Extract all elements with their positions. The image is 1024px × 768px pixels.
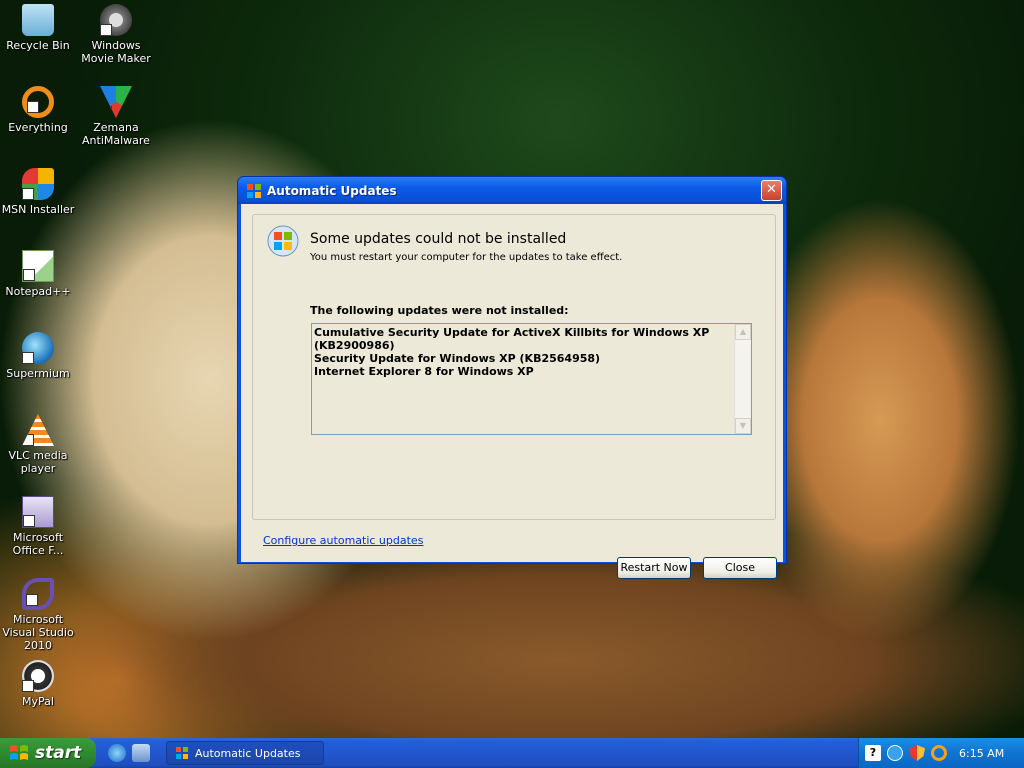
desktop-icon-vlc[interactable]: VLC media player	[0, 414, 78, 475]
restart-now-button[interactable]: Restart Now	[617, 557, 691, 579]
desktop-icon-office[interactable]: Microsoft Office F...	[0, 496, 78, 557]
vlc-icon	[22, 414, 54, 446]
windows-update-large-icon	[267, 225, 299, 257]
tray-expand-icon[interactable]	[887, 745, 903, 761]
list-item[interactable]: Cumulative Security Update for ActiveX K…	[314, 326, 730, 352]
desktop-icon-label: Windows Movie Maker	[81, 39, 151, 65]
list-scrollbar[interactable]: ▲ ▼	[734, 324, 751, 434]
everything-icon	[22, 86, 54, 118]
desktop-icon-mypal[interactable]: MyPal	[0, 660, 78, 708]
desktop-icon-label: VLC media player	[8, 449, 68, 475]
dialog-heading: Some updates could not be installed	[310, 231, 567, 247]
office-icon	[22, 496, 54, 528]
window-client-area: Some updates could not be installed You …	[241, 204, 783, 579]
window-titlebar[interactable]: Automatic Updates ✕	[238, 177, 786, 204]
zemana-icon	[100, 86, 132, 118]
quick-launch	[108, 744, 158, 762]
scroll-up-arrow-icon[interactable]: ▲	[735, 324, 751, 340]
desktop-icon-zemana[interactable]: Zemana AntiMalware	[76, 86, 156, 147]
supermium-icon	[22, 332, 54, 364]
dialog-subheading: You must restart your computer for the u…	[310, 252, 623, 263]
scroll-down-arrow-icon[interactable]: ▼	[735, 418, 751, 434]
desktop-icon-supermium[interactable]: Supermium	[0, 332, 78, 380]
taskbar: start Automatic Updates ? 6:15 AM	[0, 738, 1024, 768]
desktop-icon-label: Recycle Bin	[6, 39, 70, 52]
internet-explorer-icon[interactable]	[108, 744, 126, 762]
close-button[interactable]: Close	[703, 557, 777, 579]
desktop-icon-label: MyPal	[22, 695, 54, 708]
window-title: Automatic Updates	[267, 183, 397, 198]
desktop-icon-label: Zemana AntiMalware	[82, 121, 150, 147]
close-icon: ✕	[766, 182, 777, 197]
windows-update-icon	[247, 183, 261, 198]
msn-icon	[22, 168, 54, 200]
clock: 6:15 AM	[959, 746, 1005, 760]
help-icon[interactable]: ?	[865, 745, 881, 761]
desktop-icon-label: Microsoft Office F...	[12, 531, 64, 557]
mypal-icon	[22, 660, 54, 692]
desktop-icon-label: Everything	[8, 121, 68, 134]
updates-panel: Some updates could not be installed You …	[252, 214, 776, 520]
security-shield-icon[interactable]	[909, 745, 925, 761]
desktop-icon-msn[interactable]: MSN Installer	[0, 168, 78, 216]
system-tray: ? 6:15 AM	[858, 738, 1024, 768]
show-desktop-icon[interactable]	[132, 744, 150, 762]
desktop-icon-label: Notepad++	[5, 285, 71, 298]
start-button[interactable]: start	[0, 738, 96, 768]
notepad-icon	[22, 250, 54, 282]
failed-updates-list[interactable]: Cumulative Security Update for ActiveX K…	[311, 323, 752, 435]
movie-maker-icon	[100, 4, 132, 36]
start-label: start	[35, 743, 82, 763]
desktop-icon-label: MSN Installer	[1, 203, 75, 216]
desktop-icon-label: Microsoft Visual Studio 2010	[2, 613, 74, 652]
list-item[interactable]: Internet Explorer 8 for Windows XP	[314, 365, 730, 378]
desktop-icon-everything[interactable]: Everything	[0, 86, 78, 134]
updates-list-label: The following updates were not installed…	[310, 304, 569, 317]
windows-flag-icon	[10, 745, 28, 760]
desktop-icon-movie-maker[interactable]: Windows Movie Maker	[76, 4, 156, 65]
desktop-icon-recycle-bin[interactable]: Recycle Bin	[0, 4, 78, 52]
search-icon[interactable]	[931, 745, 947, 761]
list-item[interactable]: Security Update for Windows XP (KB256495…	[314, 352, 730, 365]
configure-updates-link[interactable]: Configure automatic updates	[263, 534, 423, 547]
taskbar-item-automatic-updates[interactable]: Automatic Updates	[166, 741, 324, 765]
desktop-icon-visual-studio[interactable]: Microsoft Visual Studio 2010	[0, 578, 78, 652]
recycle-bin-icon	[22, 4, 54, 36]
windows-update-icon	[176, 747, 188, 759]
visual-studio-icon	[22, 578, 54, 610]
automatic-updates-window: Automatic Updates ✕ Some updates could n…	[237, 176, 787, 579]
taskbar-item-label: Automatic Updates	[195, 746, 301, 760]
window-close-button[interactable]: ✕	[761, 180, 782, 201]
desktop-icon-notepad[interactable]: Notepad++	[0, 250, 78, 298]
desktop-icon-label: Supermium	[6, 367, 70, 380]
